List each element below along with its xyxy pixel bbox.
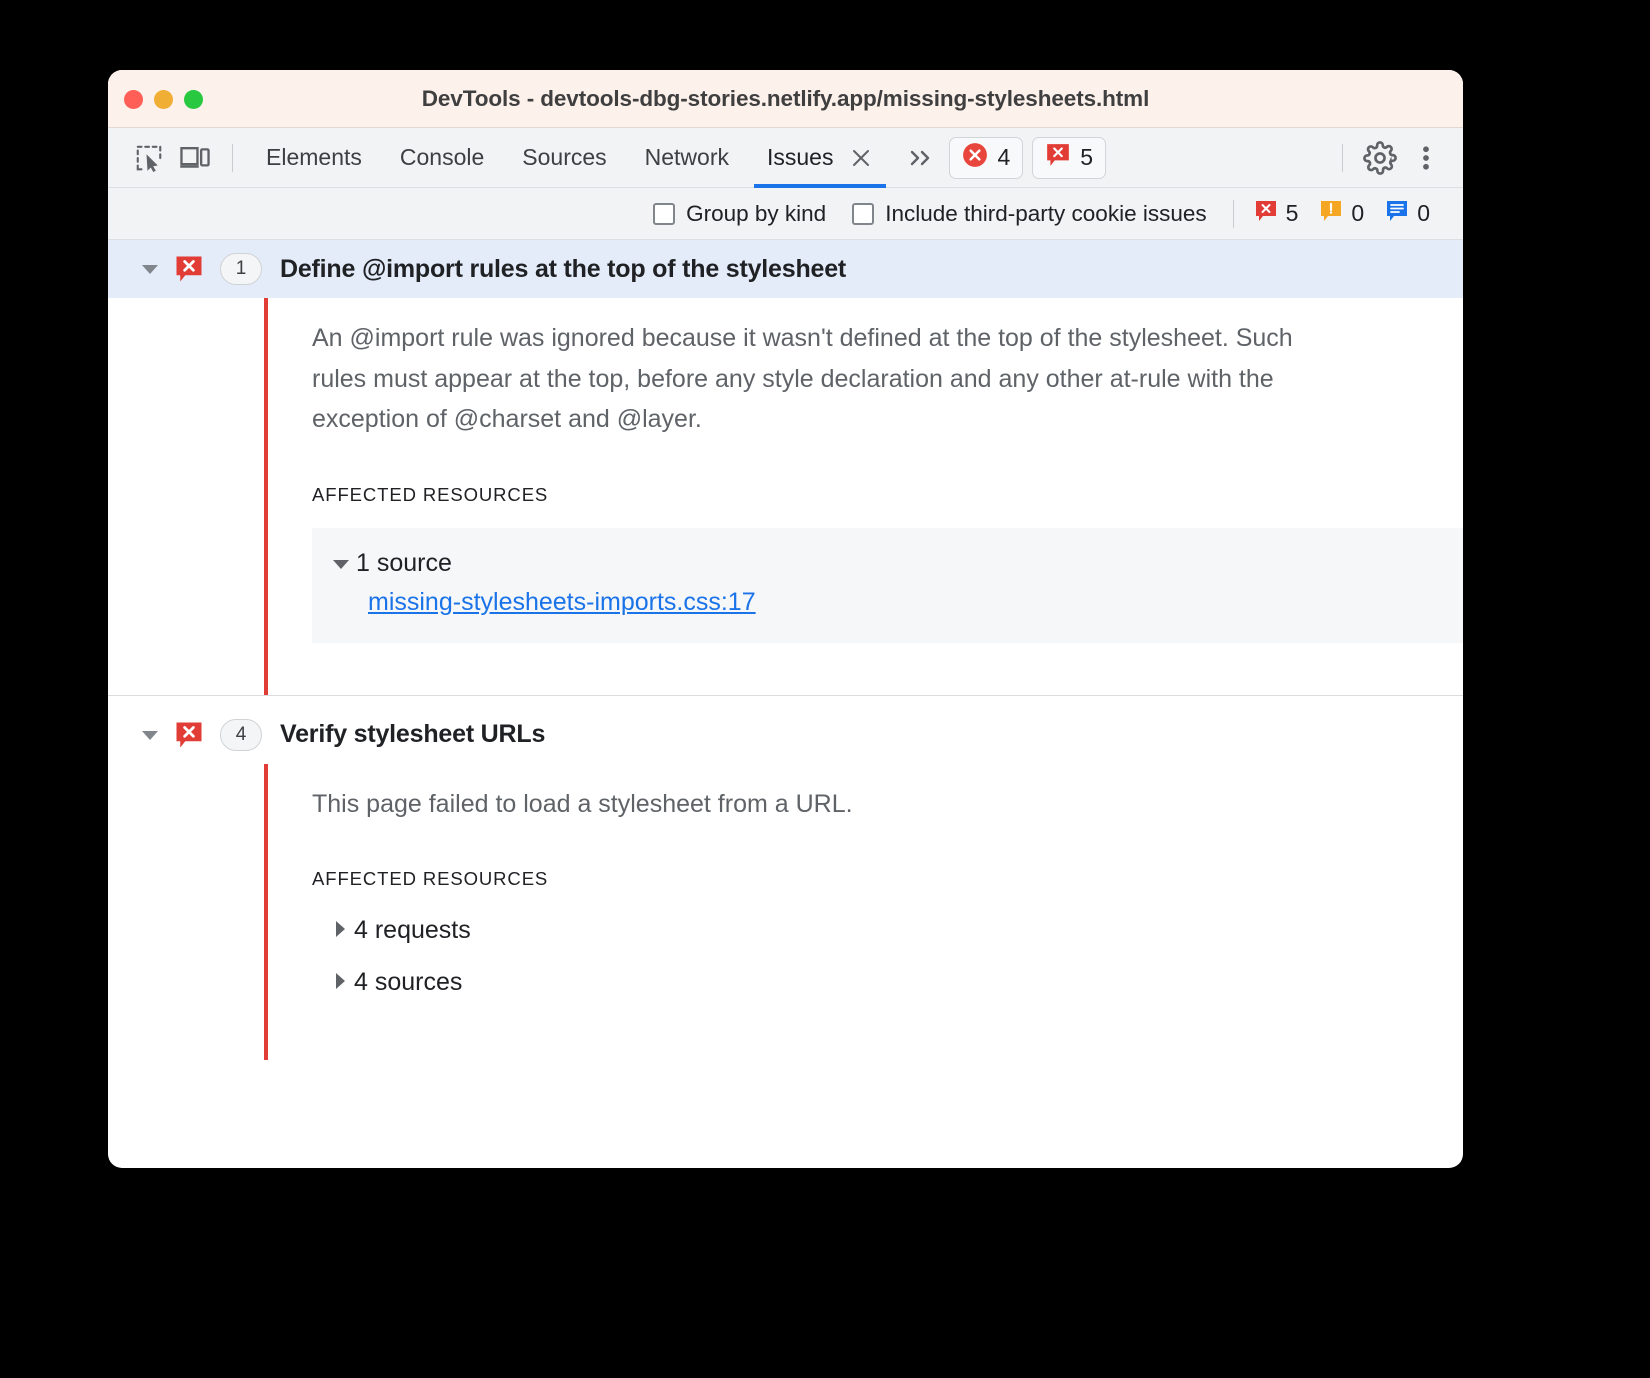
- issue-count-pill: 1: [220, 253, 262, 285]
- affected-resources-box: 1 source missing-stylesheets-imports.css…: [312, 528, 1463, 643]
- screenshot-root: DevTools - devtools-dbg-stories.netlify.…: [0, 0, 1650, 1378]
- issue-row-header[interactable]: 4 Verify stylesheet URLs: [108, 706, 1463, 764]
- severity-warning-counter[interactable]: 0: [1319, 199, 1364, 229]
- gear-icon[interactable]: [1357, 135, 1403, 181]
- resource-group-toggle-requests[interactable]: 4 requests: [334, 904, 1463, 956]
- issue-title: Define @import rules at the top of the s…: [280, 255, 846, 284]
- resource-group-sources-label: 4 sources: [354, 968, 462, 997]
- toolbar-divider-right: [1342, 144, 1343, 172]
- severity-info-counter[interactable]: 0: [1385, 199, 1430, 229]
- filter-divider: [1233, 200, 1234, 228]
- third-party-cookie-checkbox[interactable]: Include third-party cookie issues: [852, 201, 1206, 227]
- body-bottom-spacer: [312, 1008, 1463, 1060]
- checkbox-box[interactable]: [852, 203, 874, 225]
- toolbar-divider: [232, 144, 233, 172]
- minimize-window-button[interactable]: [154, 90, 173, 109]
- severity-info-count: 0: [1417, 200, 1430, 227]
- chevron-down-icon[interactable]: [332, 558, 350, 570]
- resource-group-toggle[interactable]: 1 source: [332, 540, 1463, 588]
- error-count-chip[interactable]: 4: [949, 137, 1023, 179]
- issue-description: An @import rule was ignored because it w…: [312, 298, 1322, 440]
- affected-resources-label: AFFECTED RESOURCES: [312, 868, 1463, 890]
- tab-issues-label: Issues: [767, 144, 833, 171]
- window-title: DevTools - devtools-dbg-stories.netlify.…: [108, 86, 1463, 112]
- tab-issues[interactable]: Issues: [748, 128, 892, 188]
- tab-console[interactable]: Console: [381, 128, 503, 188]
- body-bottom-spacer: [312, 643, 1463, 695]
- affected-resource-link[interactable]: missing-stylesheets-imports.css:17: [368, 588, 756, 616]
- devtools-window: DevTools - devtools-dbg-stories.netlify.…: [108, 70, 1463, 1168]
- error-bubble-icon: [174, 720, 204, 750]
- issue-count-chip[interactable]: 5: [1032, 137, 1106, 179]
- toolbar-right-actions: [1328, 135, 1463, 181]
- zoom-window-button[interactable]: [184, 90, 203, 109]
- chevron-right-icon[interactable]: [334, 968, 346, 997]
- chevron-right-icon[interactable]: [334, 916, 346, 945]
- issue-title: Verify stylesheet URLs: [280, 720, 545, 749]
- window-controls: [124, 70, 203, 128]
- kebab-menu-icon[interactable]: [1403, 135, 1449, 181]
- severity-warning-count: 0: [1351, 200, 1364, 227]
- tab-elements[interactable]: Elements: [247, 128, 381, 188]
- issue-body: An @import rule was ignored because it w…: [264, 298, 1463, 695]
- severity-error-count: 5: [1286, 200, 1299, 227]
- warning-bubble-icon: [1319, 199, 1343, 229]
- device-toolbar-icon[interactable]: [172, 136, 218, 180]
- chevron-down-icon[interactable]: [136, 728, 164, 742]
- issue-body: This page failed to load a stylesheet fr…: [264, 764, 1463, 1061]
- tab-network[interactable]: Network: [626, 128, 748, 188]
- chevron-down-icon[interactable]: [136, 262, 164, 276]
- issue-count-pill: 4: [220, 719, 262, 751]
- devtools-tab-bar: Elements Console Sources Network Issues: [108, 128, 1463, 188]
- affected-resources-label: AFFECTED RESOURCES: [312, 484, 1463, 506]
- resource-group-requests-label: 4 requests: [354, 916, 471, 945]
- resource-group-label: 1 source: [356, 549, 452, 578]
- tab-sources-label: Sources: [522, 144, 606, 171]
- title-bar: DevTools - devtools-dbg-stories.netlify.…: [108, 70, 1463, 128]
- close-icon[interactable]: [849, 146, 873, 170]
- issues-list: 1 Define @import rules at the top of the…: [108, 240, 1463, 1060]
- info-bubble-icon: [1385, 199, 1409, 229]
- issue-row-header[interactable]: 1 Define @import rules at the top of the…: [108, 240, 1463, 298]
- severity-counters: 5 0: [1254, 199, 1441, 229]
- error-bubble-icon: [1254, 199, 1278, 229]
- tab-elements-label: Elements: [266, 144, 362, 171]
- severity-error-counter[interactable]: 5: [1254, 199, 1299, 229]
- group-by-kind-checkbox[interactable]: Group by kind: [653, 201, 826, 227]
- error-circle-icon: [962, 142, 988, 174]
- inspect-element-icon[interactable]: [126, 136, 172, 180]
- tab-console-label: Console: [400, 144, 484, 171]
- chevron-double-right-icon[interactable]: [892, 146, 940, 170]
- third-party-cookie-label: Include third-party cookie issues: [885, 201, 1206, 227]
- resource-group-toggle-sources[interactable]: 4 sources: [334, 956, 1463, 1008]
- error-bubble-icon: [174, 254, 204, 284]
- close-window-button[interactable]: [124, 90, 143, 109]
- tab-network-label: Network: [645, 144, 729, 171]
- panel-tabs: Elements Console Sources Network Issues: [247, 128, 892, 188]
- issues-filter-bar: Group by kind Include third-party cookie…: [108, 188, 1463, 240]
- checkbox-box[interactable]: [653, 203, 675, 225]
- issue-separator: [108, 695, 1463, 696]
- error-count-value: 4: [997, 144, 1010, 171]
- tab-sources[interactable]: Sources: [503, 128, 625, 188]
- issue-description: This page failed to load a stylesheet fr…: [312, 764, 1322, 825]
- issue-bubble-icon: [1045, 142, 1071, 174]
- issue-count-value: 5: [1080, 144, 1093, 171]
- group-by-kind-label: Group by kind: [686, 201, 826, 227]
